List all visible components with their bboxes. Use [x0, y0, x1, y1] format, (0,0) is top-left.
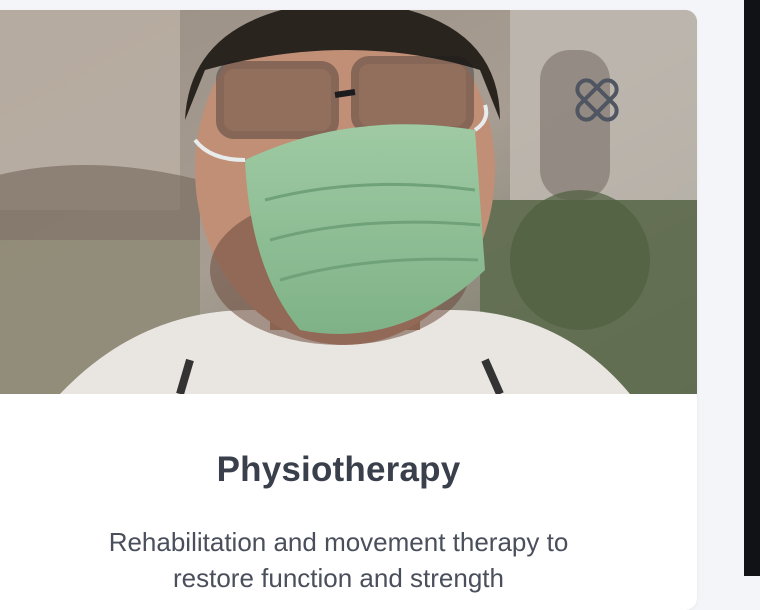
doctor-photo [0, 10, 697, 394]
service-title: Physiotherapy [216, 450, 461, 489]
service-card[interactable]: Physiotherapy Rehabilitation and movemen… [0, 10, 697, 610]
dark-side-panel [744, 0, 760, 576]
doctor-photo-illustration [0, 10, 697, 394]
service-description: Rehabilitation and movement therapy to r… [108, 527, 569, 593]
